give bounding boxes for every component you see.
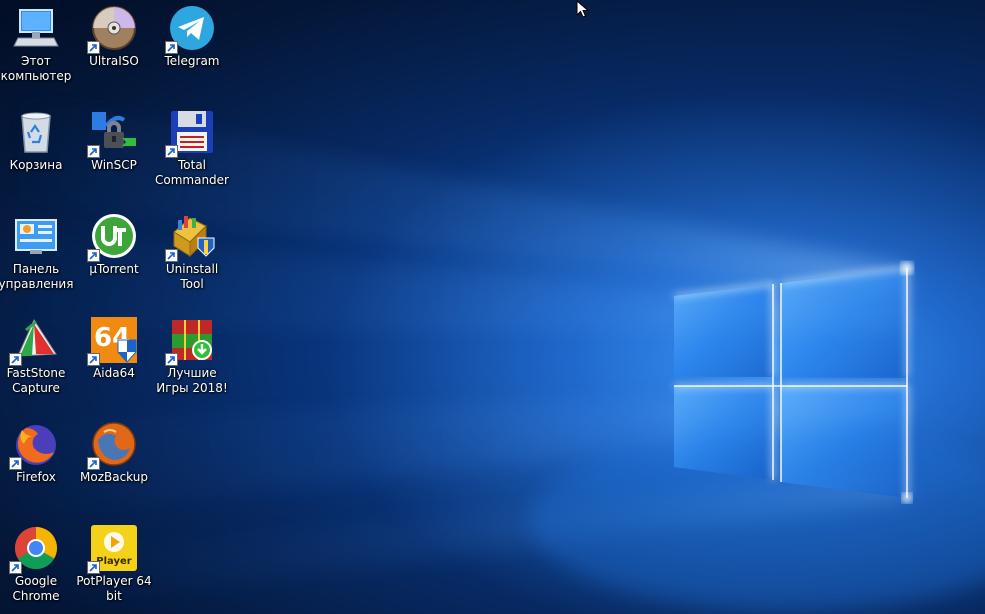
shortcut-arrow-icon <box>9 561 22 574</box>
desktop-icon-aida64[interactable]: 64 Aida64 <box>75 312 153 412</box>
desktop-icon-label: µTorrent <box>89 262 139 276</box>
desktop-icon-this-pc[interactable]: Этот компьютер <box>0 0 75 100</box>
shortcut-arrow-icon <box>165 41 178 54</box>
desktop-icon-label: MozBackup <box>80 470 148 484</box>
desktop-icon-label: FastStone Capture <box>6 366 66 395</box>
desktop-icons: Этот компьютер UltraISO Telegram Корзина… <box>0 0 240 614</box>
desktop-icon-chrome[interactable]: Google Chrome <box>0 520 75 614</box>
desktop-icon-utorrent[interactable]: µTorrent <box>75 208 153 308</box>
desktop-icon-label: Корзина <box>9 158 63 172</box>
potplayer-badge-text: Player <box>96 556 131 567</box>
desktop-icon-label: Uninstall Tool <box>165 262 219 291</box>
recycle-bin-icon <box>21 112 51 153</box>
desktop-icon-label: Google Chrome <box>12 574 60 603</box>
desktop-icon-label: Этот компьютер <box>0 54 72 83</box>
desktop-icon-label: Aida64 <box>93 366 135 380</box>
shortcut-arrow-icon <box>165 145 178 158</box>
desktop-icon-total-commander[interactable]: Total Commander <box>153 104 231 204</box>
desktop-icon-recycle-bin[interactable]: Корзина <box>0 104 75 204</box>
shortcut-arrow-icon <box>87 561 100 574</box>
shortcut-arrow-icon <box>87 145 100 158</box>
desktop-icon-label: WinSCP <box>91 158 137 172</box>
desktop-icon-label: UltraISO <box>89 54 139 68</box>
desktop-icon-label: Панель управления <box>0 262 74 291</box>
computer-icon <box>13 9 59 47</box>
desktop-icon-firefox[interactable]: Firefox <box>0 416 75 516</box>
shortcut-arrow-icon <box>87 249 100 262</box>
desktop-icon-control-panel[interactable]: Панель управления <box>0 208 75 308</box>
control-panel-icon <box>15 219 57 254</box>
desktop-icon-uninstall-tool[interactable]: Uninstall Tool <box>153 208 231 308</box>
desktop-icon-best-games[interactable]: Лучшие Игры 2018! <box>153 312 231 412</box>
shortcut-arrow-icon <box>9 457 22 470</box>
shortcut-arrow-icon <box>87 457 100 470</box>
desktop-icon-telegram[interactable]: Telegram <box>153 0 231 100</box>
desktop-icon-potplayer[interactable]: Player PotPlayer 64 bit <box>75 520 153 614</box>
desktop-icon-label: PotPlayer 64 bit <box>76 574 152 603</box>
shortcut-arrow-icon <box>9 353 22 366</box>
shortcut-arrow-icon <box>165 249 178 262</box>
desktop[interactable]: Этот компьютер UltraISO Telegram Корзина… <box>0 0 985 614</box>
desktop-icon-label: Firefox <box>16 470 56 484</box>
desktop-icon-label: Total Commander <box>155 158 229 187</box>
desktop-icon-label: Лучшие Игры 2018! <box>156 366 228 395</box>
shortcut-arrow-icon <box>87 353 100 366</box>
mouse-pointer-icon <box>576 0 590 18</box>
desktop-icon-winscp[interactable]: WinSCP <box>75 104 153 204</box>
shortcut-arrow-icon <box>87 41 100 54</box>
desktop-icon-faststone[interactable]: FastStone Capture <box>0 312 75 412</box>
shortcut-arrow-icon <box>165 353 178 366</box>
desktop-icon-label: Telegram <box>164 54 220 68</box>
desktop-icon-mozbackup[interactable]: MozBackup <box>75 416 153 516</box>
desktop-icon-ultraiso[interactable]: UltraISO <box>75 0 153 100</box>
